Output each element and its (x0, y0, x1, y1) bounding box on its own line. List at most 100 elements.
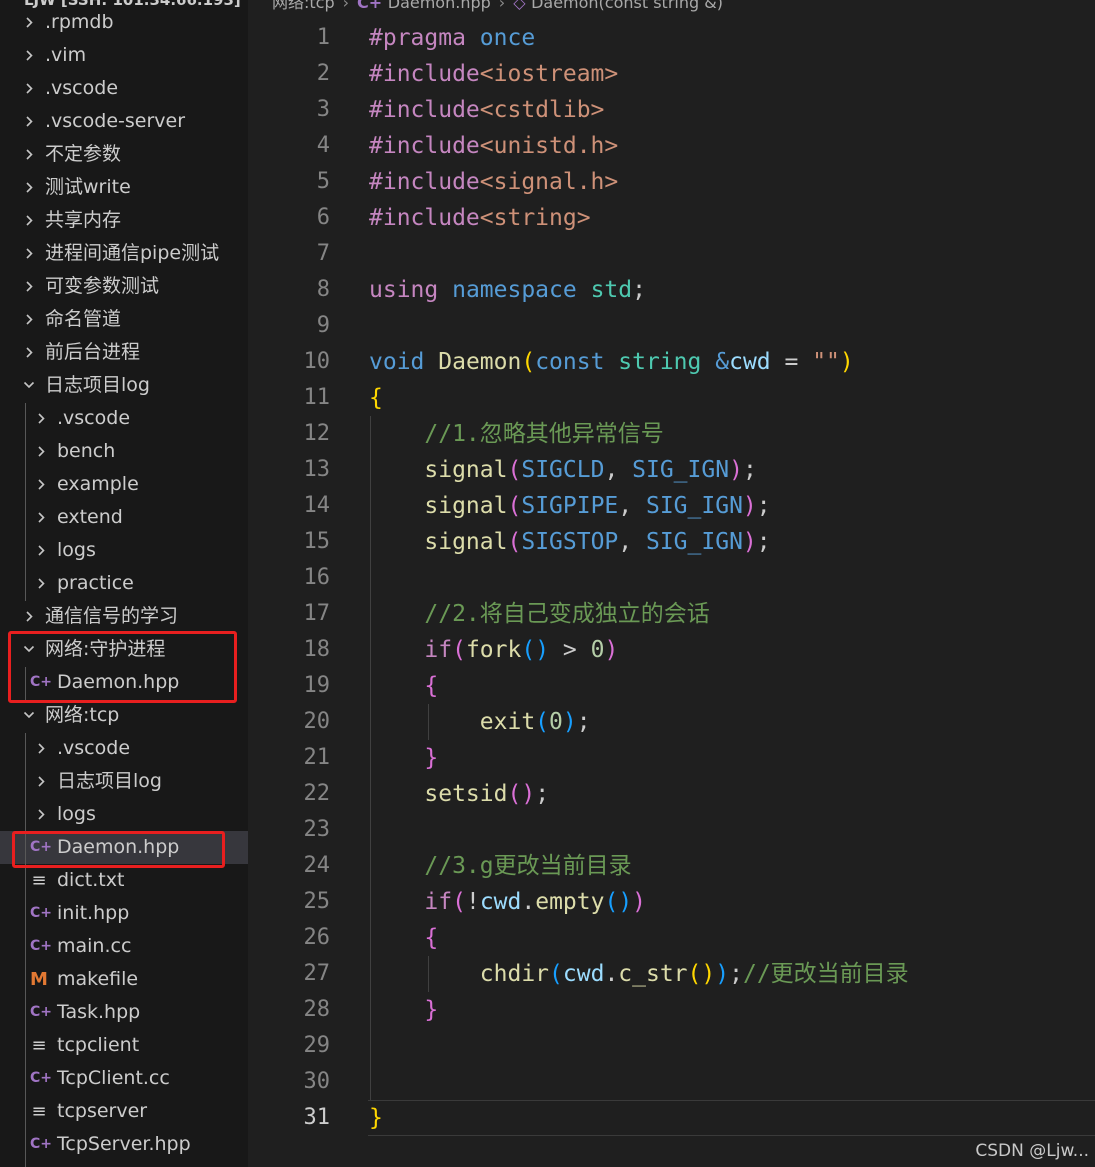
tree-file[interactable]: C+ Task.hpp (0, 996, 248, 1029)
code-line[interactable]: 10 void Daemon(const string &cwd = "") (250, 344, 1095, 380)
chevron-right-icon[interactable] (22, 105, 36, 138)
chevron-right-icon[interactable] (22, 303, 36, 336)
tree-file[interactable]: C+ TcpServer.hpp (0, 1128, 248, 1161)
tree-folder[interactable]: example (0, 468, 248, 501)
tree-folder[interactable]: .vscode (0, 402, 248, 435)
chevron-down-icon[interactable] (22, 699, 36, 732)
chevron-right-icon[interactable] (22, 171, 36, 204)
code-line[interactable]: 4 #include<unistd.h> (250, 128, 1095, 164)
chevron-right-icon[interactable] (34, 402, 48, 435)
code-line[interactable]: 15 signal(SIGSTOP, SIG_IGN); (250, 524, 1095, 560)
chevron-right-icon: › (342, 0, 350, 12)
code-line[interactable]: 31} (250, 1100, 1095, 1136)
line-number: 13 (303, 457, 331, 482)
tree-folder[interactable]: 测试write (0, 171, 248, 204)
chevron-right-icon[interactable] (34, 468, 48, 501)
tree-file[interactable]: Mmakefile (0, 963, 248, 996)
code-line[interactable]: 27 chdir(cwd.c_str());//更改当前目录 (250, 956, 1095, 992)
code-line[interactable]: 17 //2.将自己变成独立的会话 (250, 596, 1095, 632)
tree-folder[interactable]: 日志项目log (0, 369, 248, 402)
chevron-right-icon[interactable] (34, 798, 48, 831)
code-line[interactable]: 11 { (250, 380, 1095, 416)
tree-item-label: practice (57, 572, 134, 594)
code-line[interactable]: 19 { (250, 668, 1095, 704)
chevron-right-icon[interactable] (22, 39, 36, 72)
chevron-right-icon[interactable] (34, 732, 48, 765)
code-line[interactable]: 6 #include<string> (250, 200, 1095, 236)
tree-folder[interactable]: .vscode-server (0, 105, 248, 138)
tree-folder[interactable]: .vim (0, 39, 248, 72)
tree-folder[interactable]: .rpmdb (0, 6, 248, 39)
code-line[interactable]: 14 signal(SIGPIPE, SIG_IGN); (250, 488, 1095, 524)
code-line[interactable]: 25 if(!cwd.empty()) (250, 884, 1095, 920)
code-line[interactable]: 18 if(fork() > 0) (250, 632, 1095, 668)
tree-folder[interactable]: 共享内存 (0, 204, 248, 237)
code-line[interactable]: 29 (250, 1028, 1095, 1064)
code-editor[interactable]: 网络:tcp › C+ Daemon.hpp › ◇ Daemon(const stri… (250, 0, 1095, 1167)
chevron-right-icon[interactable] (34, 435, 48, 468)
code-line[interactable]: 26 { (250, 920, 1095, 956)
chevron-right-icon[interactable] (22, 204, 36, 237)
code-line[interactable]: 1 #pragma once (250, 20, 1095, 56)
tree-file[interactable]: C+ init.hpp (0, 897, 248, 930)
chevron-right-icon[interactable] (22, 138, 36, 171)
chevron-down-icon[interactable] (22, 369, 36, 402)
tree-folder[interactable]: 可变参数测试 (0, 270, 248, 303)
code-line[interactable]: 13 signal(SIGCLD, SIG_IGN); (250, 452, 1095, 488)
code-line[interactable]: 20 exit(0); (250, 704, 1095, 740)
tree-folder[interactable]: bench (0, 435, 248, 468)
code-line[interactable]: 30 (250, 1064, 1095, 1100)
chevron-right-icon[interactable] (22, 600, 36, 633)
code-line[interactable]: 21 } (250, 740, 1095, 776)
code-line[interactable]: 7 (250, 236, 1095, 272)
tree-folder[interactable]: 日志项目log (0, 765, 248, 798)
tree-folder[interactable]: 不定参数 (0, 138, 248, 171)
code-line[interactable]: 12 //1.忽略其他异常信号 (250, 416, 1095, 452)
tree-file[interactable]: C+ main.cc (0, 930, 248, 963)
chevron-right-icon[interactable] (22, 6, 36, 39)
code-line[interactable]: 22 setsid(); (250, 776, 1095, 812)
chevron-right-icon[interactable] (34, 765, 48, 798)
tree-item-label: 日志项目log (57, 770, 162, 792)
code-line[interactable]: 3 #include<cstdlib> (250, 92, 1095, 128)
tree-folder[interactable]: logs (0, 798, 248, 831)
code-line[interactable]: 8 using namespace std; (250, 272, 1095, 308)
code-line[interactable]: 2 #include<iostream> (250, 56, 1095, 92)
tree-folder[interactable]: 命名管道 (0, 303, 248, 336)
tree-folder[interactable]: 前后台进程 (0, 336, 248, 369)
chevron-right-icon[interactable] (34, 534, 48, 567)
chevron-right-icon[interactable] (34, 567, 48, 600)
code-line[interactable]: 16 (250, 560, 1095, 596)
breadcrumb-folder[interactable]: 网络:tcp (272, 0, 335, 12)
code-line[interactable]: 28 } (250, 992, 1095, 1028)
cpp-file-icon: C+ (30, 1136, 53, 1152)
breadcrumb-symbol[interactable]: Daemon(const string &) (531, 0, 723, 12)
tree-file[interactable]: ≡ tcpserver (0, 1095, 248, 1128)
tree-folder[interactable]: .vscode (0, 732, 248, 765)
code-token: cwd (562, 961, 605, 987)
tree-folder[interactable]: 通信信号的学习 (0, 600, 248, 633)
tree-file[interactable]: ≡ tcpclient (0, 1029, 248, 1062)
code-line[interactable]: 5 #include<signal.h> (250, 164, 1095, 200)
tree-folder[interactable]: 网络:tcp (0, 699, 248, 732)
tree-folder[interactable]: practice (0, 567, 248, 600)
tree-file[interactable]: ≡ dict.txt (0, 864, 248, 897)
code-line[interactable]: 23 (250, 812, 1095, 848)
chevron-right-icon[interactable] (22, 270, 36, 303)
tree-indent-guide (25, 403, 26, 601)
code-token: ) (715, 961, 730, 987)
code-line[interactable]: 24 //3.g更改当前目录 (250, 848, 1095, 884)
chevron-right-icon[interactable] (22, 72, 36, 105)
tree-folder[interactable]: logs (0, 534, 248, 567)
tree-file[interactable]: C+ TcpClient.cc (0, 1062, 248, 1095)
code-token: ( (507, 457, 522, 483)
chevron-right-icon[interactable] (22, 237, 36, 270)
breadcrumb-file[interactable]: Daemon.hpp (388, 0, 491, 12)
code-line[interactable]: 9 (250, 308, 1095, 344)
chevron-right-icon[interactable] (34, 501, 48, 534)
tree-folder[interactable]: 进程间通信pipe测试 (0, 237, 248, 270)
tree-folder[interactable]: .vscode (0, 72, 248, 105)
code-token: () (604, 889, 633, 915)
chevron-right-icon[interactable] (22, 336, 36, 369)
tree-folder[interactable]: extend (0, 501, 248, 534)
